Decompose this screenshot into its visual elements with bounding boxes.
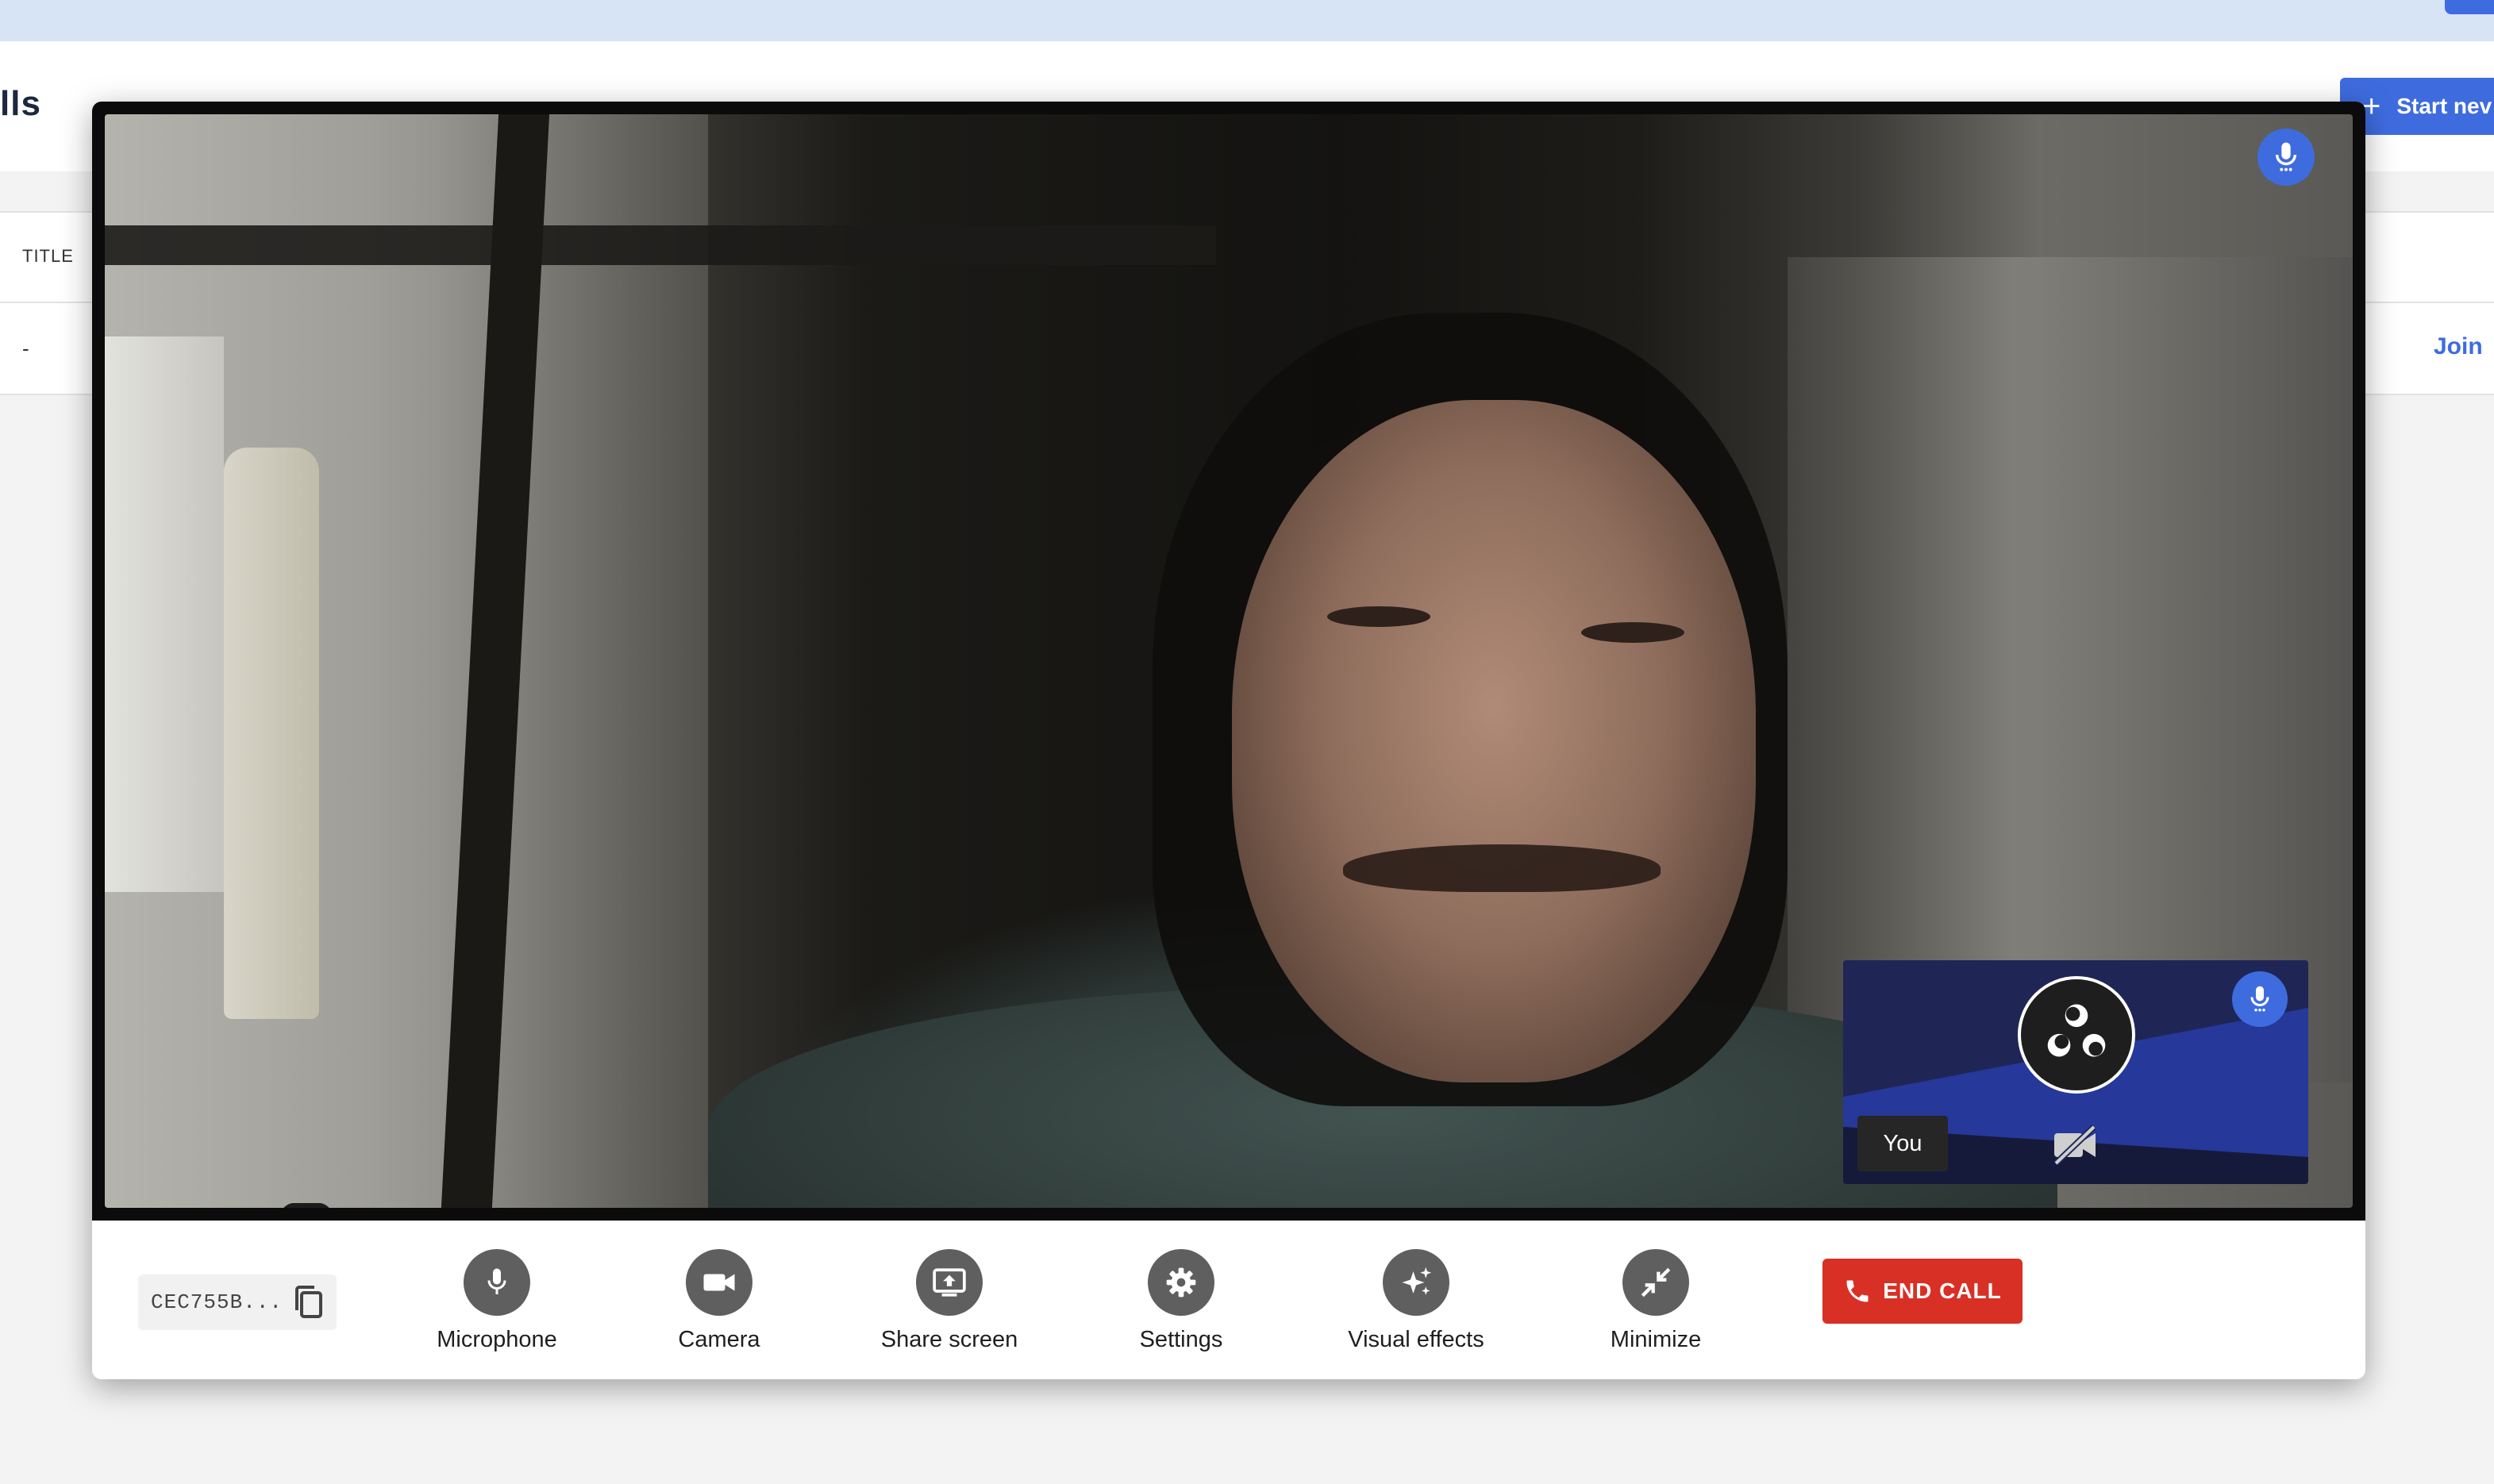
screen-share-icon <box>933 1268 966 1297</box>
microphone-label: Microphone <box>437 1327 557 1352</box>
start-new-call-label: Start nev <box>2396 94 2492 118</box>
minimize-button-circle[interactable] <box>1622 1249 1689 1316</box>
top-bar-button[interactable] <box>2445 0 2494 14</box>
video-call-modal: You CEC755B... Microphone Camera Share s… <box>92 102 2365 1379</box>
gear-icon <box>1166 1267 1196 1298</box>
speaker-indicator <box>281 1203 332 1208</box>
call-id-chip[interactable]: CEC755B... <box>138 1274 337 1330</box>
page-title: lls <box>0 84 41 123</box>
copy-icon[interactable] <box>292 1285 324 1320</box>
microphone-button[interactable]: Microphone <box>394 1249 600 1353</box>
share-screen-label: Share screen <box>880 1327 1018 1352</box>
call-toolbar: CEC755B... Microphone Camera Share scree… <box>92 1221 2365 1379</box>
microphone-icon <box>2250 986 2269 1012</box>
video-background-right <box>1788 257 2353 1082</box>
self-view-tile: You <box>1843 960 2308 1184</box>
phone-icon <box>1846 1280 1869 1302</box>
camera-button[interactable]: Camera <box>616 1249 822 1353</box>
share-screen-button[interactable]: Share screen <box>846 1249 1053 1353</box>
microphone-icon <box>487 1268 506 1294</box>
settings-button-circle[interactable] <box>1148 1249 1214 1316</box>
join-link[interactable]: Join <box>2434 333 2483 360</box>
visual-effects-label: Visual effects <box>1348 1327 1484 1352</box>
sparkle-icon <box>1402 1267 1432 1295</box>
end-call-label: END CALL <box>1883 1278 2002 1303</box>
video-area: You <box>92 102 2365 1221</box>
top-app-bar <box>0 0 2494 41</box>
minimize-button[interactable]: Minimize <box>1553 1249 1759 1353</box>
settings-button[interactable]: Settings <box>1078 1249 1284 1353</box>
video-person-eye-right <box>1581 622 1684 643</box>
minimize-icon <box>1641 1267 1671 1298</box>
avatar <box>2018 976 2135 1094</box>
self-name-label: You <box>1857 1116 1948 1171</box>
video-person-eye-left <box>1327 606 1430 627</box>
column-header-title: TITLE <box>22 246 74 266</box>
microphone-icon <box>2275 142 2297 171</box>
end-call-button[interactable]: END CALL <box>1822 1259 2023 1324</box>
share-screen-button-circle[interactable] <box>916 1249 983 1316</box>
camera-label: Camera <box>678 1327 760 1352</box>
videocam-icon <box>703 1274 735 1291</box>
cell-title: - <box>22 336 29 360</box>
camera-off-icon <box>2053 1125 2096 1166</box>
microphone-button-circle[interactable] <box>464 1249 530 1316</box>
minimize-label: Minimize <box>1610 1327 1702 1352</box>
remote-mic-status <box>2257 129 2315 186</box>
camera-button-circle[interactable] <box>686 1249 752 1316</box>
call-id-text: CEC755B... <box>151 1290 283 1314</box>
visual-effects-button-circle[interactable] <box>1383 1249 1449 1316</box>
video-person-mustache <box>1343 844 1661 892</box>
obs-logo-icon <box>2036 994 2117 1075</box>
video-person-face <box>1232 400 1756 1082</box>
visual-effects-button[interactable]: Visual effects <box>1313 1249 1519 1353</box>
settings-label: Settings <box>1139 1327 1223 1352</box>
video-bed-frame-rail <box>105 225 1216 265</box>
video-window-light <box>105 336 224 892</box>
video-curtain <box>224 448 319 1019</box>
self-mic-status <box>2232 971 2288 1027</box>
